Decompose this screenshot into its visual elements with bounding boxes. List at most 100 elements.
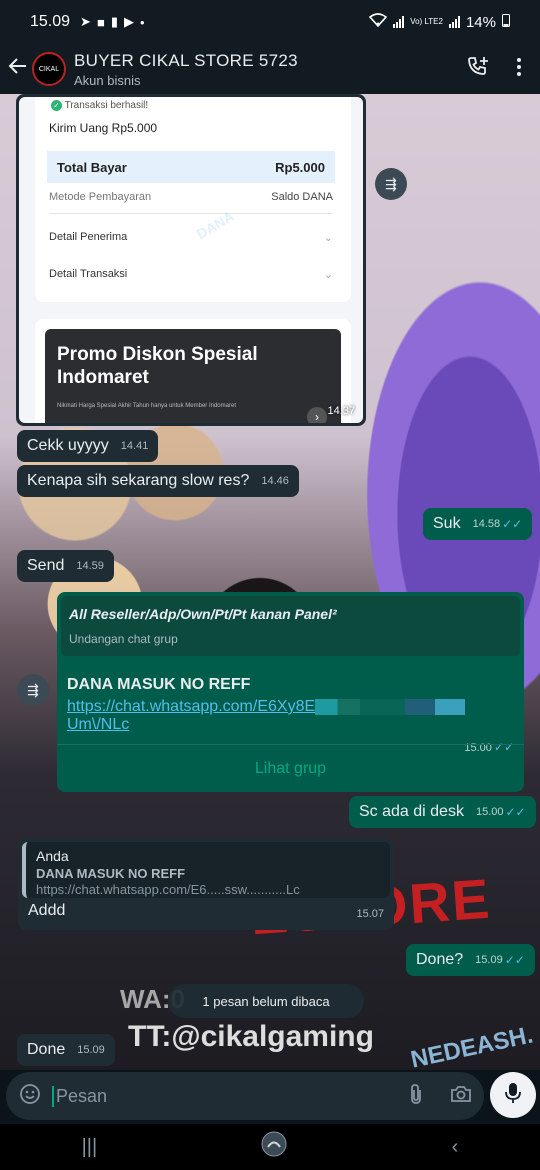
message-time: 14.59	[76, 560, 104, 572]
message-time: 14.46	[261, 475, 289, 487]
notification-icons: ➤ ■ ▮ ▶ •	[80, 14, 144, 30]
mic-icon	[504, 1081, 522, 1110]
detail-transaction-label: Detail Transaksi	[49, 268, 128, 280]
detail-transaction-row: Detail Transaksi ⌄	[49, 268, 333, 281]
group-invite-message[interactable]: All Reseller/Adp/Own/Pt/Pt kanan Panel² …	[57, 592, 524, 792]
chat-area[interactable]: ESTORE WA:0 TT:@cikalgaming NEDEASH. ✓ T…	[0, 94, 540, 1070]
message-time: 15.07	[356, 908, 384, 920]
method-row: Metode Pembayaran Saldo DANA	[49, 191, 333, 214]
quoted-message[interactable]: Anda DANA MASUK NO REFF https://chat.wha…	[22, 842, 390, 898]
method-label: Metode Pembayaran	[49, 191, 152, 203]
message-in[interactable]: Done 15.09	[17, 1034, 115, 1066]
forward-icon: ⇶	[385, 175, 397, 192]
total-value: Rp5.000	[275, 159, 325, 175]
read-ticks-icon: ✓✓	[505, 805, 526, 819]
contact-subtitle: Akun bisnis	[74, 72, 141, 88]
recent-apps-icon[interactable]: |||	[82, 1136, 98, 1159]
chevron-down-icon: ⌄	[323, 269, 333, 281]
voice-record-button[interactable]	[490, 1072, 536, 1118]
message-text: Kenapa sih sekarang slow res?	[27, 472, 250, 489]
message-time: 14.58	[472, 518, 501, 530]
message-time: 15.00	[475, 806, 504, 818]
battery-text: 14%	[465, 13, 496, 31]
message-out[interactable]: Done? 15.09 ✓✓	[406, 944, 535, 976]
home-icon[interactable]	[260, 1130, 288, 1164]
forward-icon: ⇶	[27, 681, 39, 698]
quoted-author: Anda	[36, 848, 69, 864]
message-out[interactable]: Sc ada di desk 15.00 ✓✓	[349, 796, 536, 828]
message-text: Done	[27, 1041, 66, 1058]
message-input[interactable]: Pesan	[6, 1072, 484, 1120]
image-message[interactable]: ✓ Transaksi berhasil! Kirim Uang Rp5.000…	[16, 94, 366, 426]
message-placeholder: Pesan	[52, 1085, 107, 1107]
view-group-button[interactable]: Lihat grup	[57, 744, 524, 792]
telegram-icon: ➤	[80, 14, 91, 29]
invite-label: Undangan chat grup	[69, 632, 178, 646]
forward-button[interactable]: ⇶	[17, 674, 49, 706]
reply-message[interactable]: Anda DANA MASUK NO REFF https://chat.wha…	[18, 838, 394, 930]
status-time: 15.09	[30, 13, 71, 30]
attach-icon[interactable]	[408, 1082, 424, 1111]
quoted-link: https://chat.whatsapp.com/E6.....ssw....…	[36, 882, 300, 897]
invite-link-start: https://chat.whatsapp.com/E6Xy8E	[67, 698, 316, 715]
promo-title: Promo Diskon Spesial Indomaret	[57, 344, 258, 388]
battery-icon	[502, 13, 510, 31]
wifi-icon	[369, 13, 388, 31]
message-text: Addd	[28, 902, 66, 919]
wallpaper-tt-text: TT:@cikalgaming	[128, 1020, 374, 1053]
message-in[interactable]: Send 14.59	[17, 550, 114, 582]
detail-recipient-label: Detail Penerima	[49, 231, 128, 243]
dot-icon: •	[139, 14, 145, 30]
receipt-title: Kirim Uang Rp5.000	[49, 121, 158, 135]
forward-button[interactable]: ⇶	[375, 168, 407, 200]
read-ticks-icon: ✓✓	[502, 517, 523, 531]
wallpaper-corner-text: NEDEASH.	[408, 1021, 536, 1070]
add-call-icon[interactable]	[466, 55, 490, 84]
status-right: Vo) LTE2 14%	[369, 13, 510, 31]
promo-card: Promo Diskon Spesial Indomaret Nikmati H…	[35, 319, 351, 423]
message-time: 14.41	[120, 440, 149, 452]
message-in[interactable]: Kenapa sih sekarang slow res? 14.46	[17, 465, 299, 497]
receipt-status-text: Transaksi berhasil!	[64, 100, 149, 111]
camera-icon[interactable]	[450, 1084, 472, 1109]
message-text: Suk	[433, 515, 461, 532]
signal2-icon	[448, 16, 460, 28]
receipt-card: ✓ Transaksi berhasil! Kirim Uang Rp5.000…	[35, 97, 351, 302]
contact-info[interactable]: BUYER CIKAL STORE 5723 Akun bisnis	[74, 51, 298, 88]
invite-group-name: All Reseller/Adp/Own/Pt/Pt kanan Panel²	[69, 606, 337, 622]
promo-subtitle: Nikmati Harga Spesial Akhir Tahun hanya …	[57, 403, 236, 409]
detail-recipient-row: Detail Penerima ⌄	[49, 231, 333, 244]
quoted-text: DANA MASUK NO REFF	[36, 866, 186, 881]
total-label: Total Bayar	[57, 159, 127, 175]
total-row: Total Bayar Rp5.000	[47, 151, 335, 183]
invite-link-end: Um\/NLc	[67, 716, 130, 733]
dana-receipt-image: ✓ Transaksi berhasil! Kirim Uang Rp5.000…	[19, 97, 363, 423]
invite-link[interactable]: https://chat.whatsapp.com/E6Xy8EUm\/NLc	[67, 698, 514, 734]
avatar[interactable]: CIKAL	[32, 52, 66, 86]
invite-header[interactable]: All Reseller/Adp/Own/Pt/Pt kanan Panel² …	[61, 596, 520, 656]
system-nav-bar: ||| ‹	[0, 1124, 540, 1170]
signal-icon	[393, 16, 405, 28]
method-value: Saldo DANA	[271, 191, 333, 203]
chat-header: CIKAL BUYER CIKAL STORE 5723 Akun bisnis	[0, 44, 540, 94]
message-text: Done?	[416, 951, 464, 968]
network-label: Vo) LTE2	[410, 17, 443, 26]
reply-body: Addd 15.07	[22, 898, 390, 920]
contact-name: BUYER CIKAL STORE 5723	[74, 50, 298, 70]
message-in[interactable]: Cekk uyyyy 14.41	[17, 430, 159, 462]
message-time: 15.09	[77, 1044, 105, 1056]
back-nav-icon[interactable]: ‹	[452, 1136, 459, 1159]
unread-banner: 1 pesan belum dibaca	[168, 984, 364, 1018]
check-icon: ✓	[51, 100, 62, 111]
promo-banner: Promo Diskon Spesial Indomaret Nikmati H…	[45, 329, 341, 423]
avatar-text: CIKAL	[38, 65, 60, 73]
back-arrow-icon[interactable]	[4, 56, 32, 82]
lock-icon: ■	[96, 14, 105, 30]
header-actions	[466, 55, 522, 84]
chevron-down-icon: ⌄	[323, 232, 333, 244]
message-out[interactable]: Suk 14.58 ✓✓	[423, 508, 533, 540]
more-options-icon[interactable]	[516, 57, 522, 82]
composer: Pesan	[0, 1070, 540, 1124]
sticker-icon[interactable]	[18, 1082, 42, 1111]
invite-text: DANA MASUK NO REFF	[67, 676, 251, 693]
